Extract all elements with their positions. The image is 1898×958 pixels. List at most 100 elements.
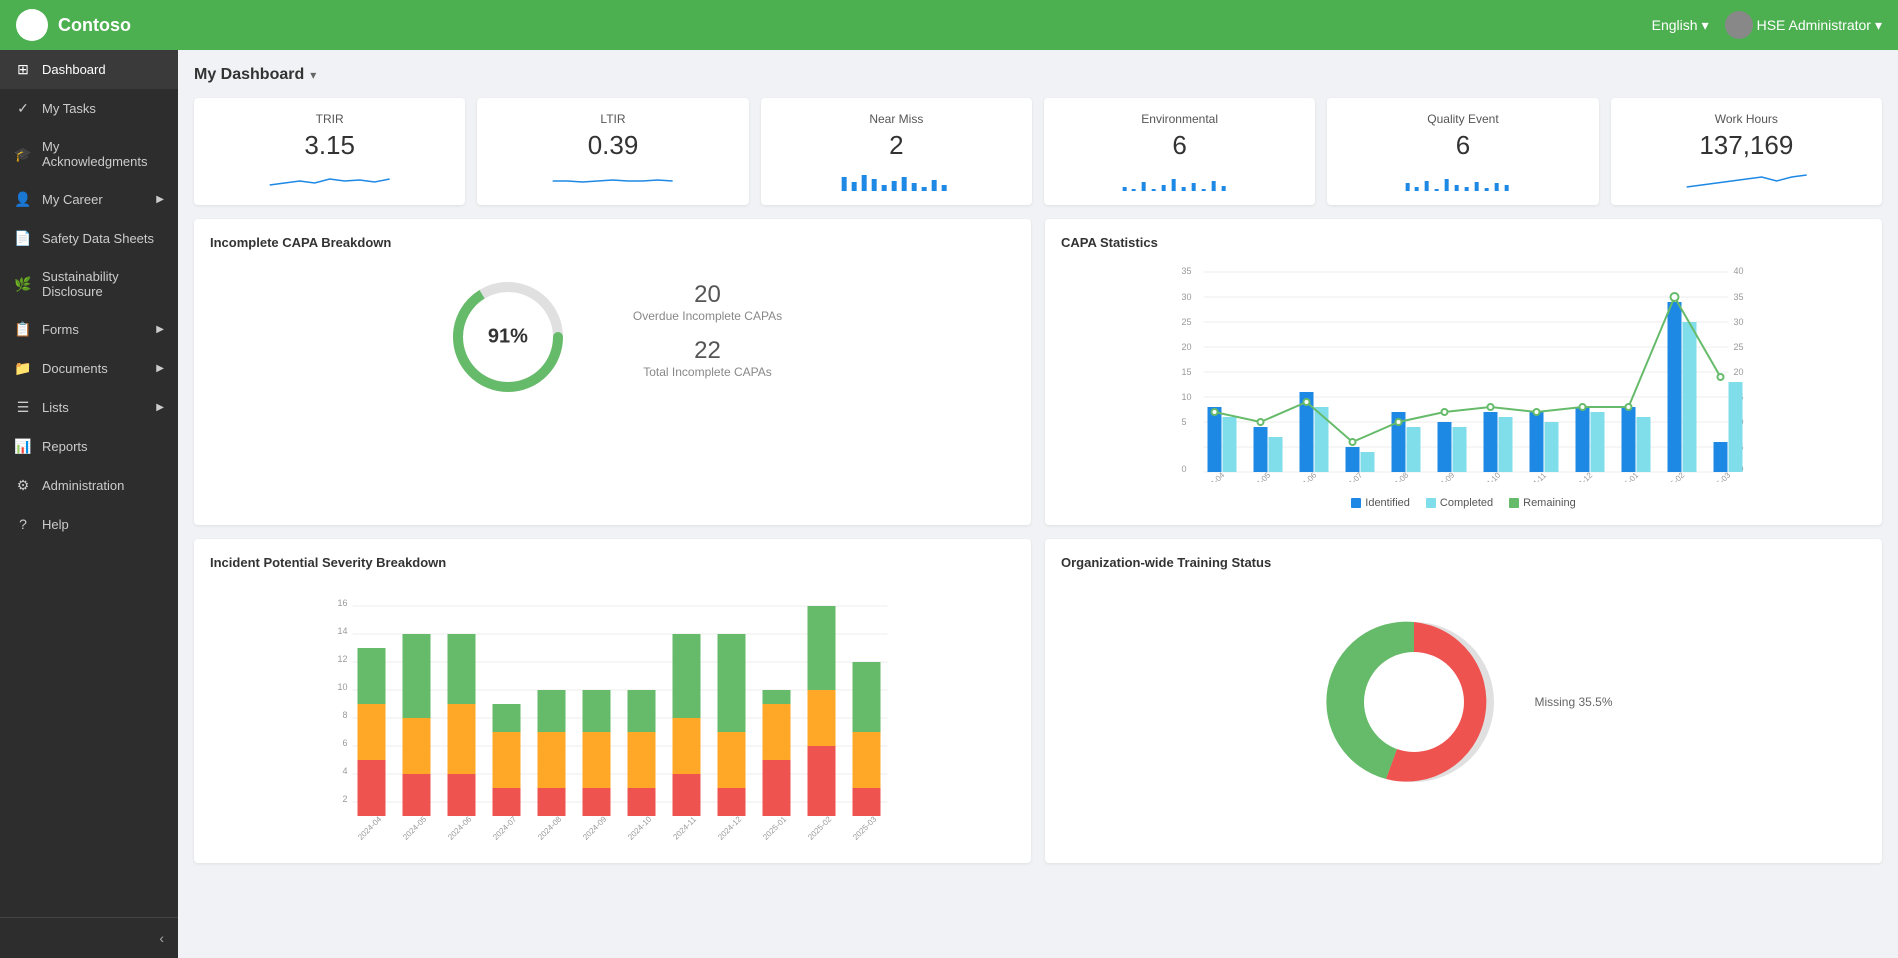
kpi-card-trir[interactable]: TRIR 3.15 xyxy=(194,98,465,205)
documents-icon: 📁 xyxy=(14,360,32,377)
incident-severity-title: Incident Potential Severity Breakdown xyxy=(210,555,1015,570)
sidebar-item-administration[interactable]: ⚙ Administration xyxy=(0,466,178,505)
kpi-trir-sparkline xyxy=(206,167,453,195)
capa-breakdown-inner: 91% 20 Overdue Incomplete CAPAs 22 Total… xyxy=(210,262,1015,422)
training-donut-chart xyxy=(1314,602,1514,802)
capa-statistics-legend: Identified Completed Remaining xyxy=(1061,497,1866,509)
svg-text:2024-06: 2024-06 xyxy=(446,814,474,842)
legend-identified: Identified xyxy=(1351,497,1410,509)
chevron-right-icon: ▶ xyxy=(156,194,164,205)
svg-text:2024-05: 2024-05 xyxy=(401,814,429,842)
svg-text:12: 12 xyxy=(337,654,347,664)
sidebar-item-my-tasks[interactable]: ✓ My Tasks xyxy=(0,89,178,128)
chevron-right-icon: ▶ xyxy=(156,363,164,374)
sidebar-item-lists[interactable]: ☰ Lists ▶ xyxy=(0,388,178,427)
kpi-work-hours-label: Work Hours xyxy=(1715,112,1778,126)
kpi-quality-event-sparkline xyxy=(1339,167,1586,195)
svg-text:2024-04: 2024-04 xyxy=(356,814,384,842)
svg-text:2024-11: 2024-11 xyxy=(671,814,698,841)
main-content: My Dashboard ▾ TRIR 3.15 LTIR 0.39 Near … xyxy=(178,50,1898,958)
chevron-right-icon: ▶ xyxy=(156,324,164,335)
user-menu[interactable]: HSE Administrator ▾ xyxy=(1725,11,1882,39)
svg-text:20: 20 xyxy=(1182,342,1192,352)
svg-text:2024-08: 2024-08 xyxy=(536,814,564,842)
donut-chart: 91% xyxy=(443,272,573,402)
kpi-near-miss-label: Near Miss xyxy=(869,112,923,126)
incident-severity-chart: 16 14 12 10 8 6 4 2 xyxy=(210,582,1015,842)
svg-text:30: 30 xyxy=(1182,292,1192,302)
incident-severity-card: Incident Potential Severity Breakdown 16… xyxy=(194,539,1031,863)
sds-icon: 📄 xyxy=(14,230,32,247)
sidebar-item-safety-data-sheets[interactable]: 📄 Safety Data Sheets xyxy=(0,219,178,258)
svg-text:2024-10: 2024-10 xyxy=(626,814,654,842)
app-logo[interactable] xyxy=(16,9,48,41)
kpi-work-hours-value: 137,169 xyxy=(1699,130,1793,161)
kpi-card-ltir[interactable]: LTIR 0.39 xyxy=(477,98,748,205)
chevron-down-icon: ▾ xyxy=(1875,17,1882,34)
breadcrumb: My Dashboard ▾ xyxy=(194,66,1882,84)
sidebar-item-reports[interactable]: 📊 Reports xyxy=(0,427,178,466)
sidebar-item-forms[interactable]: 📋 Forms ▶ xyxy=(0,310,178,349)
sustainability-icon: 🌿 xyxy=(14,276,32,293)
sidebar-item-sustainability-disclosure[interactable]: 🌿 Sustainability Disclosure xyxy=(0,258,178,310)
capa-breakdown-card: Incomplete CAPA Breakdown 91% 20 Overdue… xyxy=(194,219,1031,525)
svg-text:40: 40 xyxy=(1733,266,1743,276)
sidebar-item-help[interactable]: ? Help xyxy=(0,505,178,543)
training-status-title: Organization-wide Training Status xyxy=(1061,555,1866,570)
svg-text:25: 25 xyxy=(1733,342,1743,352)
svg-text:8: 8 xyxy=(342,710,347,720)
identified-dot xyxy=(1351,498,1361,508)
kpi-card-work-hours[interactable]: Work Hours 137,169 xyxy=(1611,98,1882,205)
sidebar: ⊞ Dashboard ✓ My Tasks 🎓 My Acknowledgme… xyxy=(0,50,178,958)
app-title: Contoso xyxy=(58,15,131,36)
sidebar-item-dashboard[interactable]: ⊞ Dashboard xyxy=(0,50,178,89)
svg-text:25: 25 xyxy=(1182,317,1192,327)
capa-statistics-title: CAPA Statistics xyxy=(1061,235,1866,250)
svg-text:35: 35 xyxy=(1182,266,1192,276)
legend-remaining: Remaining xyxy=(1509,497,1576,509)
svg-text:20: 20 xyxy=(1733,367,1743,377)
chevron-right-icon: ▶ xyxy=(156,402,164,413)
legend-completed: Completed xyxy=(1426,497,1493,509)
kpi-trir-label: TRIR xyxy=(316,112,344,126)
training-status-card: Organization-wide Training Status Missin… xyxy=(1045,539,1882,863)
overdue-label: Overdue Incomplete CAPAs xyxy=(633,309,782,323)
kpi-ltir-value: 0.39 xyxy=(588,130,639,161)
kpi-quality-event-value: 6 xyxy=(1456,130,1470,161)
svg-text:30: 30 xyxy=(1733,317,1743,327)
capa-statistics-card: CAPA Statistics 40 35 30 25 20 15 10 5 0… xyxy=(1045,219,1882,525)
kpi-environmental-sparkline xyxy=(1056,167,1303,195)
kpi-environmental-label: Environmental xyxy=(1141,112,1218,126)
forms-icon: 📋 xyxy=(14,321,32,338)
svg-text:4: 4 xyxy=(342,766,347,776)
svg-text:16: 16 xyxy=(337,598,347,608)
overdue-value: 20 xyxy=(633,281,782,309)
sidebar-item-my-career[interactable]: 👤 My Career ▶ xyxy=(0,180,178,219)
chevron-down-icon[interactable]: ▾ xyxy=(310,68,316,82)
svg-text:2024-09: 2024-09 xyxy=(581,814,609,842)
kpi-card-quality-event[interactable]: Quality Event 6 xyxy=(1327,98,1598,205)
kpi-card-environmental[interactable]: Environmental 6 xyxy=(1044,98,1315,205)
kpi-quality-event-label: Quality Event xyxy=(1427,112,1498,126)
missing-label: Missing 35.5% xyxy=(1534,695,1612,709)
brand-area: Contoso xyxy=(16,9,131,41)
help-icon: ? xyxy=(14,516,32,532)
svg-text:2025-03: 2025-03 xyxy=(851,814,879,842)
dashboard-grid: Incomplete CAPA Breakdown 91% 20 Overdue… xyxy=(194,219,1882,863)
kpi-cards-row: TRIR 3.15 LTIR 0.39 Near Miss 2 xyxy=(194,98,1882,205)
capa-breakdown-title: Incomplete CAPA Breakdown xyxy=(210,235,1015,250)
sidebar-item-documents[interactable]: 📁 Documents ▶ xyxy=(0,349,178,388)
kpi-environmental-value: 6 xyxy=(1172,130,1186,161)
sidebar-collapse-button[interactable]: ‹ xyxy=(0,917,178,958)
svg-text:2025-02: 2025-02 xyxy=(806,814,834,842)
topnav-right: English ▾ HSE Administrator ▾ xyxy=(1652,11,1882,39)
svg-text:2024-07: 2024-07 xyxy=(491,814,519,842)
kpi-work-hours-sparkline xyxy=(1623,167,1870,195)
admin-icon: ⚙ xyxy=(14,477,32,494)
kpi-card-near-miss[interactable]: Near Miss 2 xyxy=(761,98,1032,205)
svg-text:10: 10 xyxy=(337,682,347,692)
capa-statistics-chart: 40 35 30 25 20 15 10 5 0 35 30 25 20 15 … xyxy=(1061,262,1866,482)
kpi-ltir-sparkline xyxy=(489,167,736,195)
language-selector[interactable]: English ▾ xyxy=(1652,17,1709,34)
sidebar-item-my-acknowledgments[interactable]: 🎓 My Acknowledgments xyxy=(0,128,178,180)
